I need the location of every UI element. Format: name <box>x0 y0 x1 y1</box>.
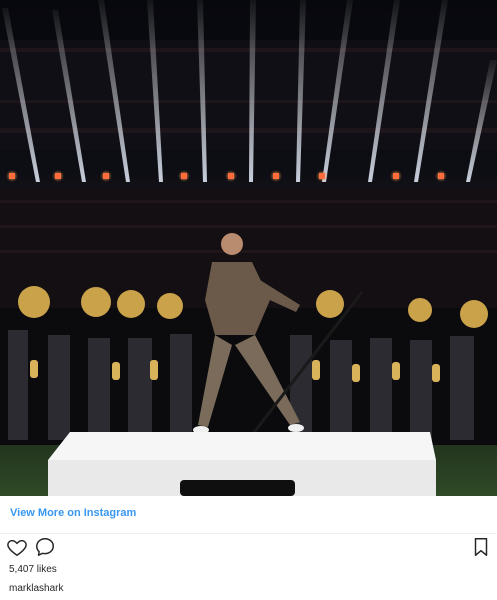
comment-bubble-icon[interactable] <box>34 536 56 558</box>
post-photo[interactable] <box>0 0 497 496</box>
stage <box>48 432 436 496</box>
view-more-on-instagram-link[interactable]: View More on Instagram <box>10 507 136 519</box>
likes-count: 5,407 likes <box>9 564 57 575</box>
heart-outline-icon[interactable] <box>6 536 28 558</box>
post-actions <box>0 534 497 560</box>
view-more-bar: View More on Instagram <box>0 496 497 534</box>
post-username[interactable]: marklashark <box>9 583 63 594</box>
bookmark-icon[interactable] <box>470 536 492 558</box>
